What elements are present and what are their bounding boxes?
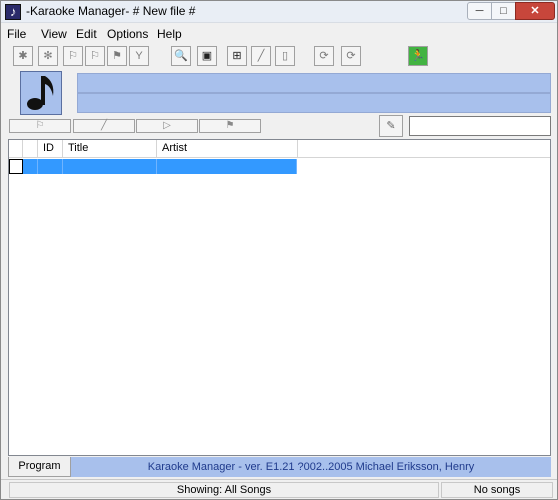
column-header-id[interactable]: ID bbox=[38, 140, 63, 158]
asterisk-icon[interactable]: ✻ bbox=[38, 46, 58, 66]
status-showing: Showing: All Songs bbox=[9, 482, 439, 498]
song-info-line-1 bbox=[77, 73, 551, 93]
song-info-line-2 bbox=[77, 93, 551, 113]
pen-icon[interactable]: ╱ bbox=[251, 46, 271, 66]
new-page-icon[interactable]: ⊞ bbox=[227, 46, 247, 66]
menu-help[interactable]: Help bbox=[157, 27, 182, 41]
list-header: ID Title Artist bbox=[9, 140, 550, 158]
close-button[interactable]: ✕ bbox=[515, 2, 555, 20]
refresh-page-icon[interactable]: ⟳ bbox=[341, 46, 361, 66]
column-header-marker[interactable] bbox=[9, 140, 23, 158]
flag-box-icon[interactable]: ⚐ bbox=[85, 46, 105, 66]
menu-edit[interactable]: Edit bbox=[76, 27, 97, 41]
column-header-blank[interactable] bbox=[23, 140, 38, 158]
monitor-icon[interactable]: ▣ bbox=[197, 46, 217, 66]
star-icon[interactable]: ✱ bbox=[13, 46, 33, 66]
filter-mark-button[interactable]: ⚑ bbox=[199, 119, 261, 133]
toolbar: ✱ ✻ ⚐ ⚐ ⚑ Y 🔍 ▣ ⊞ ╱ ▯ ⟳ ⟳ 🏃 bbox=[1, 43, 557, 71]
menu-options[interactable]: Options bbox=[107, 27, 148, 41]
music-note-icon bbox=[20, 71, 62, 115]
flag-icon[interactable]: ⚐ bbox=[63, 46, 83, 66]
refresh-icon[interactable]: ⟳ bbox=[314, 46, 334, 66]
fork-icon[interactable]: Y bbox=[129, 46, 149, 66]
page-icon[interactable]: ▯ bbox=[275, 46, 295, 66]
maximize-button[interactable]: □ bbox=[491, 2, 516, 20]
search-clear-icon[interactable]: ✎ bbox=[379, 115, 403, 137]
menu-file[interactable]: File bbox=[7, 27, 26, 41]
row-blank-cell bbox=[23, 159, 38, 174]
flag-check-icon[interactable]: ⚑ bbox=[107, 46, 127, 66]
search-input[interactable] bbox=[409, 116, 551, 136]
version-info: Karaoke Manager - ver. E1.21 ?002..2005 … bbox=[71, 457, 551, 477]
column-header-artist[interactable]: Artist bbox=[157, 140, 298, 158]
window-title: -Karaoke Manager- # New file # bbox=[26, 4, 196, 18]
row-artist-cell bbox=[157, 159, 297, 174]
menu-bar: File View Edit Options Help bbox=[1, 24, 557, 43]
status-song-count: No songs bbox=[441, 482, 553, 498]
menu-view[interactable]: View bbox=[41, 27, 67, 41]
filter-edit-button[interactable]: ╱ bbox=[73, 119, 135, 133]
app-window: ♪ -Karaoke Manager- # New file # ─ □ ✕ F… bbox=[0, 0, 558, 500]
filter-flag-button[interactable]: ⚐ bbox=[9, 119, 71, 133]
karaoke-app-icon: ♪ bbox=[5, 4, 21, 20]
status-bar: Showing: All Songs No songs bbox=[1, 479, 557, 499]
filter-play-button[interactable]: ▷ bbox=[136, 119, 198, 133]
magnifier-icon[interactable]: 🔍 bbox=[171, 46, 191, 66]
row-marker-cell bbox=[9, 159, 23, 174]
minimize-button[interactable]: ─ bbox=[467, 2, 492, 20]
running-man-icon[interactable]: 🏃 bbox=[408, 46, 428, 66]
title-bar: ♪ -Karaoke Manager- # New file # ─ □ ✕ bbox=[1, 1, 557, 23]
song-list[interactable]: ID Title Artist bbox=[8, 139, 551, 456]
program-info-tab[interactable]: Program Info bbox=[8, 457, 71, 491]
column-header-title[interactable]: Title bbox=[63, 140, 157, 158]
row-id-cell bbox=[38, 159, 63, 174]
row-title-cell bbox=[63, 159, 157, 174]
